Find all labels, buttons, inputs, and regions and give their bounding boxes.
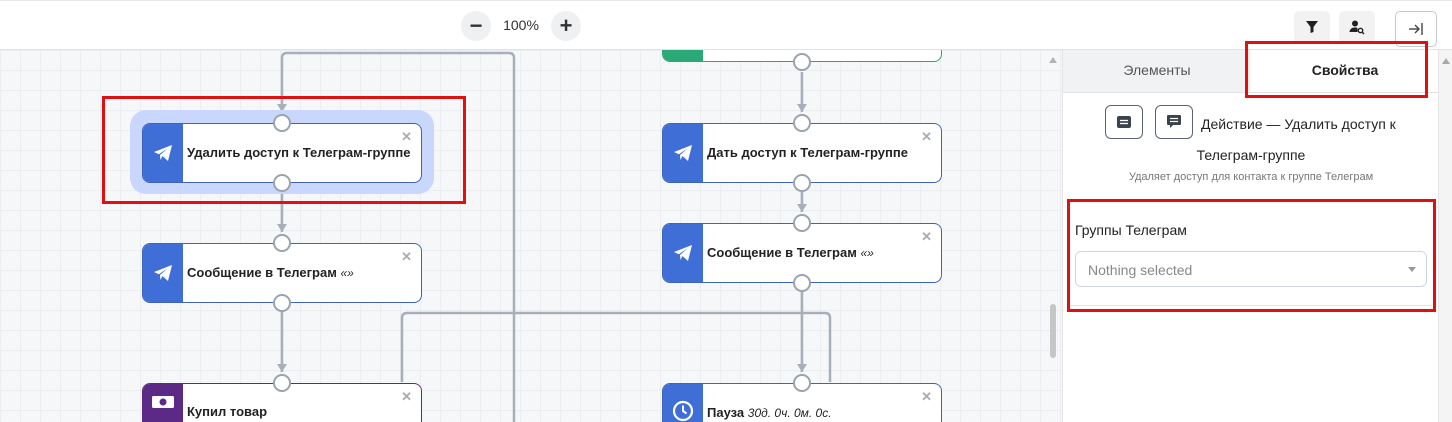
node-title: Сообщение в Телеграм «» bbox=[187, 265, 354, 280]
user-search-button[interactable] bbox=[1339, 11, 1375, 43]
arrow-to-right-icon bbox=[1409, 23, 1423, 35]
money-icon bbox=[152, 396, 174, 408]
money-icon-bar bbox=[143, 384, 183, 422]
action-title-line2: Телеграм-группе bbox=[1196, 147, 1306, 163]
node-title: Сообщение в Телеграм «» bbox=[707, 245, 874, 260]
close-icon[interactable]: ✕ bbox=[921, 229, 932, 245]
telegram-icon bbox=[154, 265, 172, 281]
node-output-port[interactable] bbox=[793, 174, 811, 192]
filter-button[interactable] bbox=[1294, 11, 1330, 43]
node-output-port[interactable] bbox=[793, 274, 811, 292]
telegram-icon bbox=[674, 245, 692, 261]
node-input-port[interactable] bbox=[273, 234, 291, 252]
comment-icon bbox=[1167, 115, 1181, 128]
annotation-box-properties-tab bbox=[1245, 41, 1428, 98]
plus-icon: + bbox=[559, 13, 573, 38]
node-input-port[interactable] bbox=[273, 374, 291, 392]
comment-button[interactable] bbox=[1155, 105, 1193, 139]
node-title: Купил товар bbox=[187, 404, 268, 419]
annotation-box-selected-node bbox=[102, 96, 466, 204]
trigger-icon-bar bbox=[663, 50, 703, 61]
scroll-up-arrow[interactable] bbox=[1442, 58, 1450, 64]
telegram-icon-bar bbox=[663, 124, 703, 182]
canvas-scrollbar-thumb[interactable] bbox=[1050, 304, 1056, 358]
close-icon[interactable]: ✕ bbox=[921, 389, 932, 405]
tab-elements[interactable]: Элементы bbox=[1063, 50, 1251, 92]
filter-icon bbox=[1306, 21, 1318, 33]
close-icon[interactable]: ✕ bbox=[401, 249, 412, 265]
node-input-port[interactable] bbox=[793, 114, 811, 132]
zoom-out-button[interactable]: − bbox=[461, 11, 491, 41]
telegram-icon-bar bbox=[143, 244, 183, 302]
node-title: Пауза 30д. 0ч. 0м. 0с. bbox=[707, 405, 832, 420]
node-input-port[interactable] bbox=[793, 374, 811, 392]
node-output-port[interactable] bbox=[793, 53, 811, 71]
close-icon[interactable]: ✕ bbox=[921, 129, 932, 145]
canvas-scroll-up-arrow[interactable] bbox=[1049, 57, 1057, 63]
zoom-level: 100% bbox=[503, 17, 539, 33]
action-title-line1: Действие — Удалить доступ к bbox=[1201, 116, 1396, 132]
telegram-icon-bar bbox=[663, 224, 703, 282]
telegram-icon bbox=[674, 145, 692, 161]
close-icon[interactable]: ✕ bbox=[401, 389, 412, 405]
node-output-port[interactable] bbox=[273, 294, 291, 312]
node-title: Дать доступ к Телеграм-группе bbox=[707, 145, 908, 160]
node-input-port[interactable] bbox=[793, 214, 811, 232]
action-description: Удаляет доступ для контакта к группе Тел… bbox=[1128, 171, 1374, 183]
clock-icon bbox=[672, 400, 694, 422]
user-search-icon bbox=[1349, 20, 1365, 35]
minus-icon: − bbox=[469, 13, 483, 38]
annotation-box-groups-field bbox=[1067, 199, 1436, 312]
card-icon bbox=[1117, 116, 1131, 128]
top-toolbar: − 100% + bbox=[0, 0, 1452, 50]
panel-scrollbar[interactable] bbox=[1438, 50, 1452, 422]
clock-icon-bar bbox=[663, 384, 703, 422]
card-view-button[interactable] bbox=[1105, 105, 1143, 139]
zoom-in-button[interactable]: + bbox=[551, 11, 581, 41]
